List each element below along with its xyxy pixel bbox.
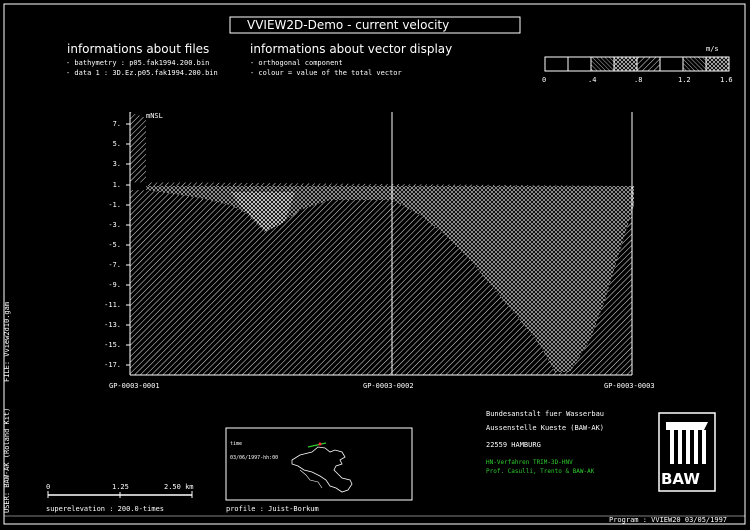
station-label-2: GP-0003-0002 [363,382,414,390]
institution-branch: Aussenstelle Kueste (BAW-AK) [486,424,605,432]
y-tick-label: -5. [108,241,121,249]
file-label: FILE: Vview2d10.gam [3,301,11,382]
location-map [225,427,413,501]
baw-logo-text: BAW [661,470,700,488]
y-tick-label: -7. [108,261,121,269]
data-file: - data 1 : 3D.Ez.p05.fak1994.200.bin [66,69,218,77]
superelevation: superelevation : 200.0-times [46,505,165,513]
y-tick-label: 7. [112,120,121,128]
institution-name: Bundesanstalt fuer Wasserbau [486,410,605,418]
y-tick-label: 5. [112,140,121,148]
scale-tick-0: 0 [542,76,547,84]
velocity-scale-bar [544,56,730,72]
y-axis-label: mNSL [146,112,163,120]
scale-tick-4: 1.6 [720,76,733,84]
profile-name: profile : Juist-Borkum [226,505,319,513]
km-tick-0: 0 [46,483,51,491]
scale-unit: m/s [706,45,719,53]
scale-tick-3: 1.2 [678,76,691,84]
station-label-3: GP-0003-0003 [604,382,655,390]
y-tick-label: -15. [104,341,121,349]
y-tick-label: -11. [104,301,121,309]
method-line-1: HN-Verfahren TRIM-3D-HNV [486,459,573,466]
y-tick-label: -9. [108,281,121,289]
files-heading: informations about files [67,42,210,56]
profile-chart [126,112,634,376]
bathymetry-file: - bathymetry : p05.fak1994.200.bin [66,59,210,67]
vectors-heading: informations about vector display [250,42,453,56]
km-tick-2: 2.50 km [164,483,194,491]
km-scale [47,491,193,498]
y-tick-label: -3. [108,221,121,229]
scale-tick-2: .8 [634,76,643,84]
km-tick-1: 1.25 [112,483,129,491]
y-tick-label: 1. [112,181,121,189]
institution-city: 22559 HAMBURG [486,441,541,449]
method-line-2: Prof. Casulli, Trento & BAW-AK [486,468,595,475]
page-title: VVIEW2D-Demo - current velocity [247,18,450,32]
y-tick-label: 3. [112,160,121,168]
vector-info-2: - colour = value of the total vector [250,69,402,77]
program-footer: Program : VVIEW20 03/05/1997 [609,516,728,524]
map-label-b: 03/06/1997-hh:00 [230,455,279,461]
y-tick-label: -17. [104,361,121,369]
scale-tick-1: .4 [588,76,597,84]
user-label: USER: BAW-AK (Roland Kit) [3,407,11,513]
vector-info-1: - orthogonal component [250,59,343,67]
station-label-1: GP-0003-0001 [109,382,160,390]
y-tick-label: -1. [108,201,121,209]
y-tick-label: -13. [104,321,121,329]
map-label-a: time [230,441,243,447]
